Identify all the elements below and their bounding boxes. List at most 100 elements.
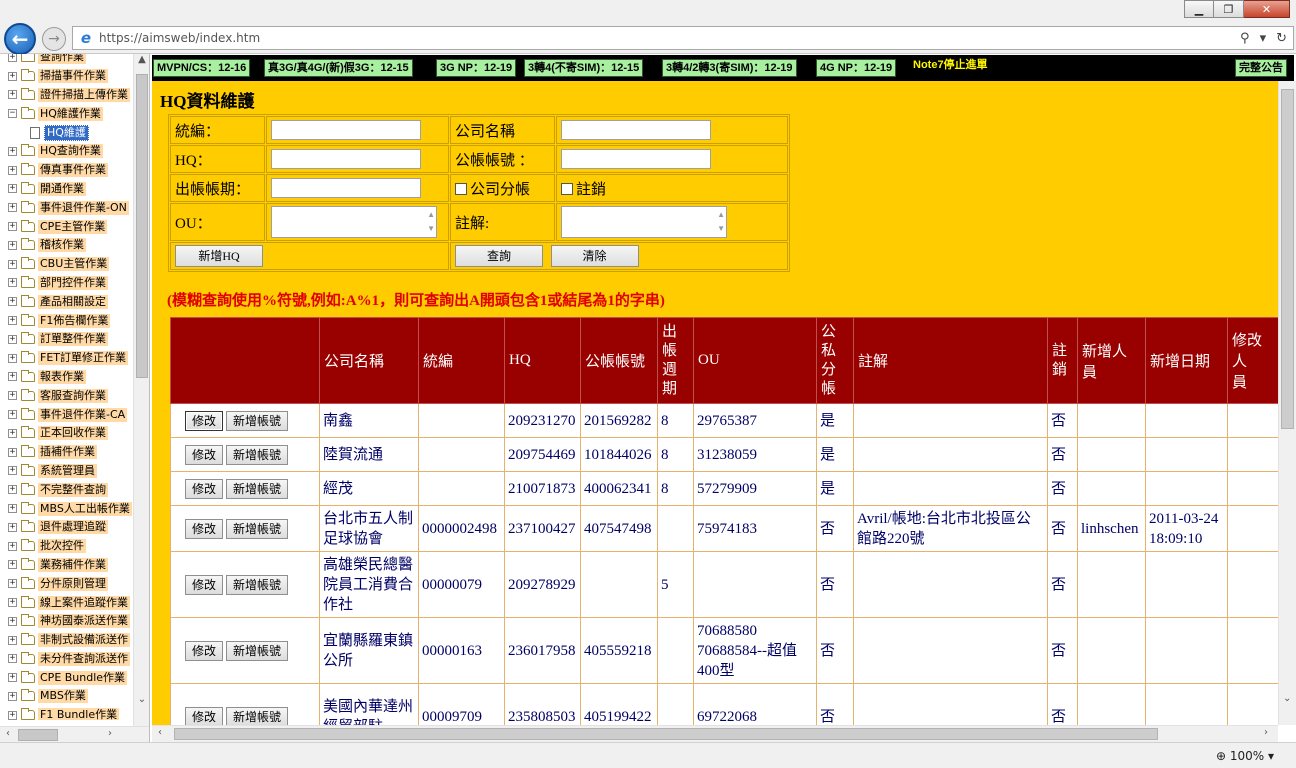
sidebar-item-label[interactable]: HQ維護作業 [38, 106, 103, 121]
url-text[interactable]: https://aimsweb/index.htm [99, 31, 1240, 45]
sidebar-item[interactable]: + 系統管理員 [0, 462, 133, 481]
sidebar-item-label[interactable]: 系統管理員 [38, 463, 97, 478]
tree-expander-icon[interactable]: + [8, 297, 17, 307]
tree-expander-icon[interactable]: + [8, 428, 17, 438]
tax-id-input[interactable] [271, 120, 421, 140]
cancel-checkbox[interactable] [561, 182, 573, 195]
sidebar-item[interactable]: + 業務補件作業 [0, 556, 133, 575]
refresh-icon[interactable]: ↻ [1276, 31, 1287, 46]
tree-expander-icon[interactable]: + [8, 259, 17, 269]
sidebar-item[interactable]: + 神坊國泰派送作業 [0, 612, 133, 631]
sidebar-item[interactable]: + 正本回收作業 [0, 424, 133, 443]
tree-expander-icon[interactable]: + [8, 447, 17, 457]
tree-expander-icon[interactable]: + [8, 391, 17, 401]
full-notice-link[interactable]: 完整公告 [1235, 59, 1287, 77]
sidebar-item[interactable]: + 事件退件作業-CA [0, 405, 133, 424]
sidebar-item[interactable]: + 插補件作業 [0, 443, 133, 462]
add-account-button[interactable]: 新增帳號 [226, 478, 289, 499]
sidebar-item-label[interactable]: CPE主管作業 [38, 219, 108, 234]
maximize-button[interactable]: ❐ [1214, 0, 1244, 18]
sidebar-item-label[interactable]: 部門控件作業 [38, 275, 108, 290]
sidebar-item-label[interactable]: 批次控件 [38, 539, 86, 554]
tree-expander-icon[interactable]: + [8, 240, 17, 250]
tree-expander-icon[interactable]: + [8, 146, 17, 156]
add-account-button[interactable]: 新增帳號 [226, 410, 289, 431]
add-hq-button[interactable]: 新增HQ [175, 245, 263, 267]
sidebar-item[interactable]: + 事件退件作業-ON [0, 198, 133, 217]
tree-expander-icon[interactable]: + [8, 541, 17, 551]
tree-expander-icon[interactable]: + [8, 579, 17, 589]
sidebar-item-label[interactable]: 稽核作業 [38, 238, 86, 253]
tree-expander-icon[interactable]: + [8, 560, 17, 570]
sidebar-item[interactable]: + MBS人工出帳作業 [0, 499, 133, 518]
scroll-right-icon[interactable]: › [108, 728, 112, 739]
edit-button[interactable]: 修改 [185, 574, 224, 595]
sidebar-item-label[interactable]: 插補件作業 [38, 445, 97, 460]
tree-expander-icon[interactable]: + [8, 710, 17, 720]
sidebar-item-label[interactable]: CPE Bundle作業 [38, 670, 128, 685]
sidebar-item[interactable]: + 客服查詢作業 [0, 386, 133, 405]
tree-expander-icon[interactable]: + [8, 353, 17, 363]
tree-expander-icon[interactable]: + [8, 635, 17, 645]
scroll-down-icon[interactable]: ⌄ [1283, 693, 1291, 704]
dropdown-icon[interactable]: ▾ [1260, 31, 1267, 46]
sidebar-child-item[interactable]: HQ維護 [0, 123, 133, 142]
sidebar-item[interactable]: + 退件處理追蹤 [0, 518, 133, 537]
edit-button[interactable]: 修改 [185, 478, 224, 499]
edit-button[interactable]: 修改 [185, 518, 224, 539]
back-arrow-icon[interactable]: ← [4, 23, 36, 55]
sidebar-item-label[interactable]: MBS人工出帳作業 [38, 501, 132, 516]
tree-expander-icon[interactable]: − [8, 109, 17, 119]
scroll-up-icon[interactable]: ▲ [134, 54, 149, 70]
tree-expander-icon[interactable]: + [8, 334, 17, 344]
sidebar-item-label[interactable]: 開通作業 [38, 181, 86, 196]
sidebar-item[interactable]: + 開通作業 [0, 180, 133, 199]
tree-expander-icon[interactable]: + [8, 485, 17, 495]
sidebar-item-label[interactable]: 非制式設備派送作 [38, 633, 130, 648]
sidebar-item[interactable]: + HQ查詢作業 [0, 142, 133, 161]
sidebar-item[interactable]: + 未分件查詢派送作 [0, 650, 133, 669]
add-account-button[interactable]: 新增帳號 [226, 640, 289, 661]
scroll-thumb[interactable] [174, 728, 1158, 740]
tree-expander-icon[interactable]: + [8, 466, 17, 476]
tree-expander-icon[interactable]: + [8, 165, 17, 175]
tree-expander-icon[interactable]: + [8, 54, 17, 62]
edit-button[interactable]: 修改 [185, 706, 224, 725]
tree-expander-icon[interactable]: + [8, 410, 17, 420]
sidebar-item-label[interactable]: F1 Bundle作業 [38, 708, 120, 720]
sidebar-item[interactable]: + 查詢作業 [0, 54, 133, 67]
account-input[interactable] [561, 149, 711, 169]
sidebar-item[interactable]: + 分件原則管理 [0, 574, 133, 593]
tree-expander-icon[interactable]: + [8, 278, 17, 288]
search-icon[interactable]: ⚲ [1240, 31, 1250, 46]
company-name-input[interactable] [561, 120, 711, 140]
sidebar-item[interactable]: + 線上案件追蹤作業 [0, 593, 133, 612]
scroll-thumb[interactable] [18, 729, 58, 741]
tree-expander-icon[interactable]: + [8, 598, 17, 607]
tree-expander-icon[interactable]: + [8, 522, 17, 532]
tree-expander-icon[interactable]: + [8, 90, 17, 100]
add-account-button[interactable]: 新增帳號 [226, 574, 289, 595]
tree-expander-icon[interactable]: + [8, 316, 17, 326]
sidebar-item-label[interactable]: 掃描事件作業 [38, 69, 108, 84]
left-vertical-scrollbar[interactable]: ▲ ⌄ [133, 54, 149, 726]
edit-button[interactable]: 修改 [185, 444, 224, 465]
sidebar-item[interactable]: + 批次控件 [0, 537, 133, 556]
scroll-down-icon[interactable]: ⌄ [134, 694, 149, 710]
sidebar-item-label[interactable]: 退件處理追蹤 [38, 520, 108, 535]
minimize-button[interactable]: ▁ [1184, 0, 1214, 18]
sidebar-item[interactable]: + CBU主管作業 [0, 255, 133, 274]
note-textarea[interactable] [561, 206, 727, 238]
scroll-thumb[interactable] [1281, 89, 1294, 429]
sidebar-item-label[interactable]: 神坊國泰派送作業 [38, 614, 130, 629]
sidebar-item[interactable]: + 掃描事件作業 [0, 67, 133, 86]
sidebar-item-label[interactable]: 事件退件作業-CA [38, 407, 128, 422]
sidebar-item-label[interactable]: 未分件查詢派送作 [38, 651, 130, 666]
left-horizontal-scrollbar[interactable]: ‹ › [0, 726, 149, 742]
sidebar-item[interactable]: + 證件掃描上傳作業 [0, 86, 133, 105]
sidebar-item-label[interactable]: 分件原則管理 [38, 576, 108, 591]
close-button[interactable]: ✕ [1244, 0, 1290, 18]
sidebar-item[interactable]: + 產品相關設定 [0, 292, 133, 311]
tree-expander-icon[interactable]: + [8, 372, 17, 382]
add-account-button[interactable]: 新增帳號 [226, 444, 289, 465]
